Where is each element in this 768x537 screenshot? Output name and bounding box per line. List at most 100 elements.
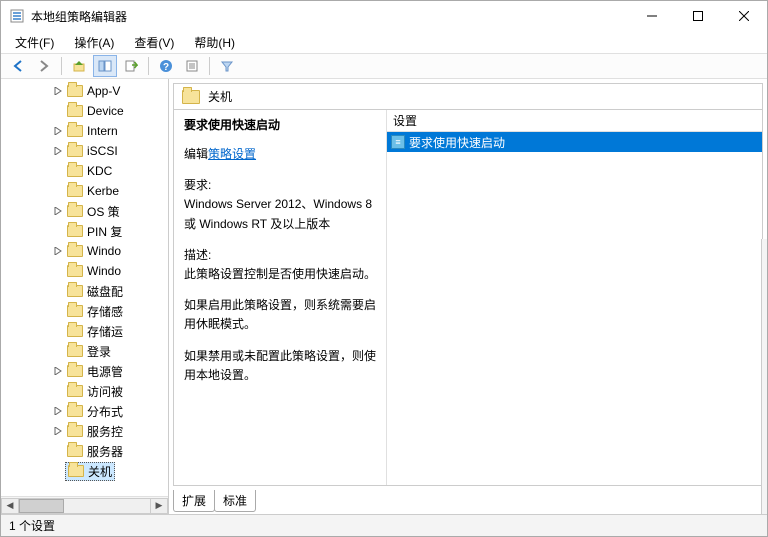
list-item-label: 要求使用快速启动 (409, 134, 505, 151)
help-button[interactable]: ? (154, 55, 178, 77)
tree-item-text: Kerbe (87, 184, 119, 198)
tree-pane: App-VDeviceInterniSCSIKDCKerbeOS 策PIN 复W… (1, 79, 169, 514)
chevron-right-icon[interactable] (51, 364, 65, 378)
tree-item[interactable]: OS 策 (3, 201, 168, 221)
tree-item[interactable]: 存储运 (3, 321, 168, 341)
tree-item[interactable]: Kerbe (3, 181, 168, 201)
tree-item[interactable]: Intern (3, 121, 168, 141)
caret-spacer (51, 304, 65, 318)
menu-action[interactable]: 操作(A) (66, 32, 122, 53)
toolbar-separator (148, 57, 149, 75)
settings-list-body: ≡要求使用快速启动 (386, 132, 762, 485)
tree-item[interactable]: 访问被 (3, 381, 168, 401)
folder-icon (67, 265, 83, 277)
forward-button[interactable] (32, 55, 56, 77)
edit-prefix: 编辑 (184, 147, 208, 161)
tree-hscrollbar[interactable]: ◀ ▶ (1, 496, 168, 514)
tree-item-label: Kerbe (65, 184, 121, 198)
maximize-button[interactable] (675, 1, 721, 31)
statusbar: 1 个设置 (1, 514, 767, 536)
tree-item-text: 服务器 (87, 443, 123, 460)
menu-view[interactable]: 查看(V) (126, 32, 182, 53)
properties-button[interactable] (180, 55, 204, 77)
folder-icon (67, 245, 83, 257)
chevron-right-icon[interactable] (51, 424, 65, 438)
close-button[interactable] (721, 1, 767, 31)
tree-item[interactable]: 关机 (3, 461, 168, 481)
tree-item-text: Intern (87, 124, 118, 138)
chevron-right-icon[interactable] (51, 84, 65, 98)
folder-icon (67, 185, 83, 197)
tree-item-label: iSCSI (65, 144, 120, 158)
tree-item[interactable]: 服务器 (3, 441, 168, 461)
chevron-right-icon[interactable] (51, 144, 65, 158)
tree-item-label: App-V (65, 84, 122, 98)
scroll-track[interactable] (19, 498, 150, 514)
tree-item-label: 磁盘配 (65, 283, 125, 300)
tab-extended[interactable]: 扩展 (173, 490, 215, 512)
tree-item[interactable]: 登录 (3, 341, 168, 361)
show-hide-tree-button[interactable] (93, 55, 117, 77)
menu-file[interactable]: 文件(F) (7, 32, 62, 53)
breadcrumb: 关机 (173, 83, 763, 109)
tree-item-text: 登录 (87, 343, 111, 360)
caret-spacer (51, 344, 65, 358)
tab-standard[interactable]: 标准 (214, 490, 256, 512)
tree-item-text: iSCSI (87, 144, 118, 158)
export-button[interactable] (119, 55, 143, 77)
tree-item[interactable]: 存储感 (3, 301, 168, 321)
requirements-text: Windows Server 2012、Windows 8 或 Windows … (184, 195, 376, 233)
tree-item[interactable]: PIN 复 (3, 221, 168, 241)
folder-icon (67, 85, 83, 97)
caret-spacer (51, 384, 65, 398)
description-label: 描述: (184, 246, 376, 265)
tree-item-label: 登录 (65, 343, 113, 360)
caret-spacer (51, 224, 65, 238)
right-body: 要求使用快速启动 编辑策略设置 要求: Windows Server 2012、… (173, 109, 763, 486)
chevron-right-icon[interactable] (51, 204, 65, 218)
description-column: 要求使用快速启动 编辑策略设置 要求: Windows Server 2012、… (174, 110, 386, 485)
tree-item[interactable]: Windo (3, 241, 168, 261)
tree-item[interactable]: 服务控 (3, 421, 168, 441)
tree-item-text: 电源管 (87, 363, 123, 380)
caret-spacer (51, 264, 65, 278)
settings-list-column: 设置 ≡要求使用快速启动 (386, 110, 762, 485)
filter-button[interactable] (215, 55, 239, 77)
chevron-right-icon[interactable] (51, 124, 65, 138)
tree-item[interactable]: Device (3, 101, 168, 121)
edit-policy-row: 编辑策略设置 (184, 145, 376, 164)
tree-item[interactable]: iSCSI (3, 141, 168, 161)
caret-spacer (51, 464, 65, 478)
tree-item[interactable]: KDC (3, 161, 168, 181)
tree-item[interactable]: Windo (3, 261, 168, 281)
list-item[interactable]: ≡要求使用快速启动 (387, 132, 762, 152)
tree-item[interactable]: 分布式 (3, 401, 168, 421)
back-button[interactable] (6, 55, 30, 77)
policy-title: 要求使用快速启动 (184, 116, 376, 133)
description-p1: 此策略设置控制是否使用快速启动。 (184, 265, 376, 284)
scroll-left-button[interactable]: ◀ (1, 498, 19, 514)
tree-body: App-VDeviceInterniSCSIKDCKerbeOS 策PIN 复W… (1, 79, 168, 496)
scroll-right-button[interactable]: ▶ (150, 498, 168, 514)
chevron-right-icon[interactable] (51, 404, 65, 418)
folder-icon (67, 225, 83, 237)
chevron-right-icon[interactable] (51, 244, 65, 258)
window-title: 本地组策略编辑器 (31, 8, 629, 25)
tree-item-label: 存储感 (65, 303, 125, 320)
description-p3: 如果禁用或未配置此策略设置，则使用本地设置。 (184, 347, 376, 385)
tree-item-text: 磁盘配 (87, 283, 123, 300)
folder-icon (67, 165, 83, 177)
minimize-button[interactable] (629, 1, 675, 31)
tree-item[interactable]: 磁盘配 (3, 281, 168, 301)
menu-help[interactable]: 帮助(H) (186, 32, 243, 53)
up-button[interactable] (67, 55, 91, 77)
settings-column-header[interactable]: 设置 (386, 110, 762, 132)
folder-icon (67, 405, 83, 417)
tree-item[interactable]: 电源管 (3, 361, 168, 381)
folder-icon (67, 325, 83, 337)
edit-policy-link[interactable]: 策略设置 (208, 147, 256, 161)
tree-item[interactable]: App-V (3, 81, 168, 101)
folder-icon (67, 145, 83, 157)
folder-icon (67, 365, 83, 377)
scroll-thumb[interactable] (19, 499, 64, 513)
